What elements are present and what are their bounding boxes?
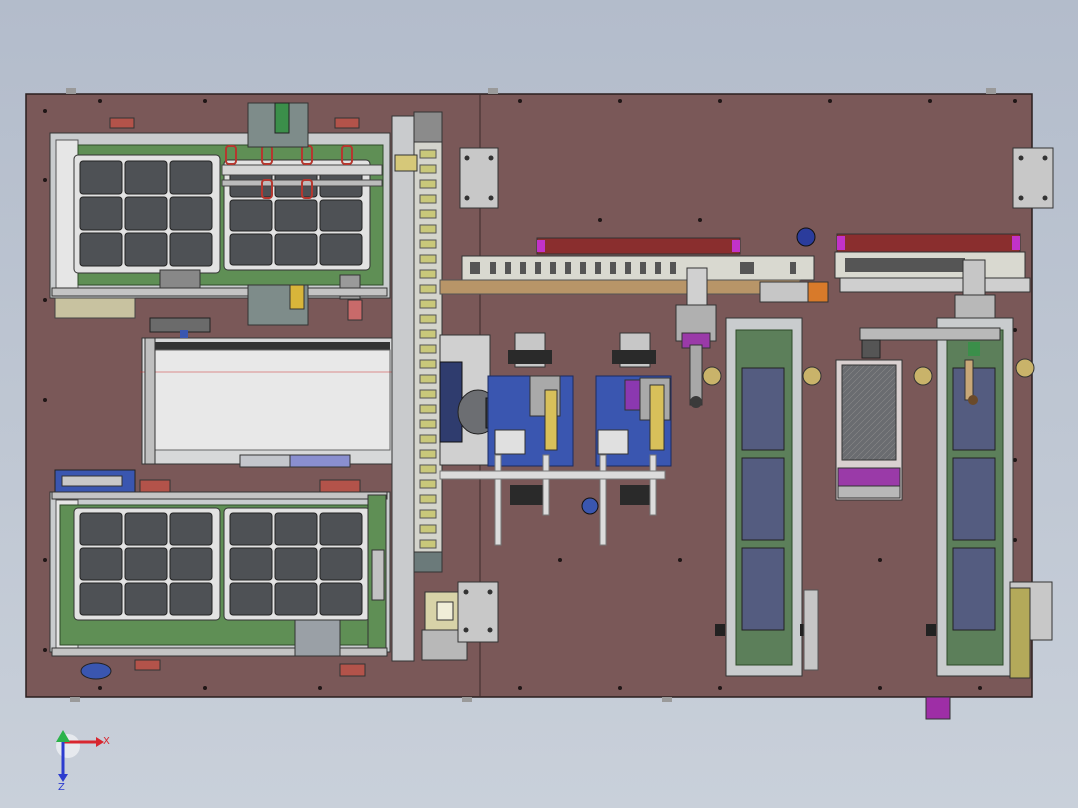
cad-assembly-top-view: X Z (25, 88, 1054, 793)
staging-table (140, 317, 405, 468)
cross-rod (439, 470, 666, 480)
tray-unit-top (49, 102, 391, 326)
blue-knob (581, 497, 599, 515)
x-axis-label: X (103, 736, 110, 747)
coordinate-triad: X Z (56, 730, 110, 793)
tray-unit-bottom (49, 469, 391, 680)
z-axis-label: Z (58, 782, 65, 793)
